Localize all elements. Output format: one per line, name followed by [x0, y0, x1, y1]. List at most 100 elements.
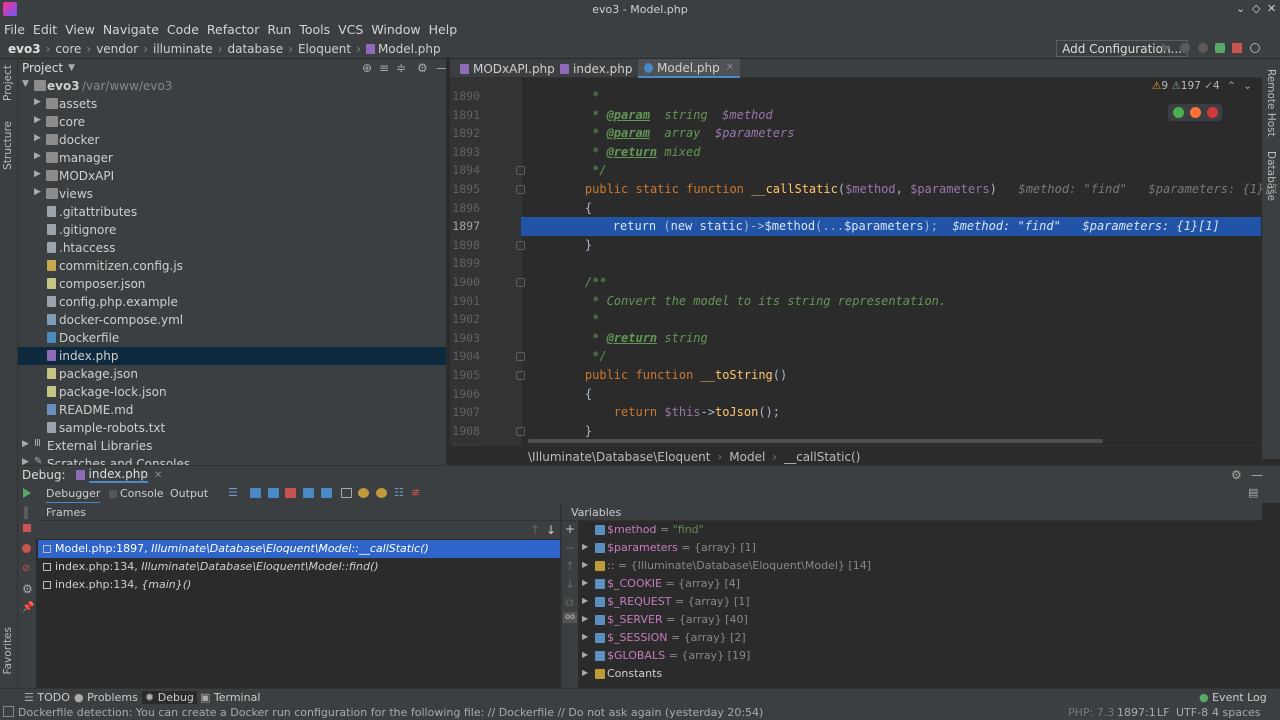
code-line[interactable]: * @param string $method — [522, 106, 1262, 125]
opera-icon[interactable] — [1207, 107, 1218, 118]
arrow-up-icon[interactable]: ↑ — [530, 523, 540, 537]
show-watches-icon[interactable]: oo — [563, 612, 577, 623]
tree-folder[interactable]: ▶ core — [18, 113, 446, 131]
view-breakpoints-icon[interactable] — [22, 544, 31, 553]
crumb-namespace[interactable]: \Illuminate\Database\Eloquent — [528, 450, 710, 464]
copy-icon[interactable]: ⧉ — [565, 595, 574, 610]
menu-run[interactable]: Run — [267, 22, 291, 37]
expand-all-icon[interactable]: ≡ — [379, 61, 389, 75]
close-tab-icon[interactable]: ✕ — [726, 62, 734, 73]
horizontal-scrollbar[interactable] — [528, 439, 1103, 443]
code-line[interactable]: public static function __callStatic($met… — [522, 180, 1280, 199]
tree-file[interactable]: Dockerfile — [18, 329, 446, 347]
menu-code[interactable]: Code — [167, 22, 199, 37]
variable-row[interactable]: ▶ $GLOBALS = {array} [19] — [578, 647, 1262, 665]
run-to-cursor-icon[interactable] — [321, 488, 332, 498]
project-view-title[interactable]: Project — [22, 61, 63, 75]
problems-tab[interactable]: ● Problems — [74, 691, 138, 704]
code-line[interactable]: * @return string — [522, 329, 1262, 348]
code-line[interactable]: } — [522, 236, 1262, 255]
tree-folder[interactable]: ▶ MODxAPI — [18, 167, 446, 185]
chevron-right-icon[interactable]: ▶ — [34, 169, 41, 179]
crumb-class[interactable]: Model — [729, 450, 765, 464]
caret-position[interactable]: 1897:1 — [1117, 706, 1156, 719]
remove-watch-icon[interactable]: − — [565, 541, 575, 555]
tab-debugger[interactable]: Debugger — [46, 487, 101, 504]
todo-tab[interactable]: ☰ TODO — [24, 691, 70, 704]
chevron-right-icon[interactable]: ▶ — [582, 578, 588, 587]
status-toggle-icon[interactable] — [3, 706, 14, 717]
code-line[interactable]: { — [522, 385, 1262, 404]
minimize-icon[interactable]: ⌄ — [1236, 2, 1245, 15]
tab-output[interactable]: Output — [170, 487, 208, 500]
menu-navigate[interactable]: Navigate — [103, 22, 159, 37]
tree-file[interactable]: index.php — [18, 347, 446, 365]
crumb-method[interactable]: __callStatic() — [784, 450, 860, 464]
close-icon[interactable]: ✕ — [1267, 2, 1276, 15]
tree-file[interactable]: README.md — [18, 401, 446, 419]
chevron-right-icon[interactable]: ▶ — [34, 133, 41, 143]
variable-row[interactable]: ▶ $_SERVER = {array} [40] — [578, 611, 1262, 629]
tab-console[interactable]: Console — [120, 487, 164, 500]
coverage-icon[interactable] — [1198, 43, 1208, 53]
settings-list-icon[interactable]: ☷ — [394, 486, 405, 499]
tree-folder[interactable]: ▶ views — [18, 185, 446, 203]
add-watch-icon[interactable]: + — [565, 522, 575, 536]
listen-debug-icon[interactable] — [1215, 43, 1225, 53]
breadcrumb-item[interactable]: evo3 — [8, 42, 41, 56]
step-over-icon[interactable] — [250, 488, 261, 498]
variable-row[interactable]: ▶ Constants — [578, 665, 1262, 683]
code-line[interactable]: * — [522, 310, 1262, 329]
step-into-icon[interactable] — [268, 488, 279, 498]
chevron-right-icon[interactable]: ▶ — [582, 542, 588, 551]
indent-setting[interactable]: 4 spaces — [1212, 706, 1261, 719]
code-line[interactable]: */ — [522, 347, 1262, 366]
firefox-icon[interactable] — [1190, 107, 1201, 118]
variable-row[interactable]: $method = "find" — [578, 521, 1262, 539]
variable-row[interactable]: ▶ $parameters = {array} [1] — [578, 539, 1262, 557]
breadcrumb-item[interactable]: Model.php — [378, 42, 441, 56]
variable-row[interactable]: ▶ $_SESSION = {array} [2] — [578, 629, 1262, 647]
project-root[interactable]: ▼ evo3/var/www/evo3 — [18, 77, 446, 95]
code-line[interactable]: * @param array $parameters — [522, 124, 1262, 143]
restore-layout-icon[interactable]: ▤ — [1248, 486, 1259, 499]
breadcrumb-item[interactable]: database — [227, 42, 283, 56]
pin-icon[interactable]: 📌 — [22, 602, 34, 613]
tree-file[interactable]: .gitignore — [18, 221, 446, 239]
collapse-all-icon[interactable]: ≑ — [396, 61, 406, 75]
tree-file[interactable]: .htaccess — [18, 239, 446, 257]
code-line[interactable] — [522, 254, 1262, 273]
menu-help[interactable]: Help — [429, 22, 458, 37]
menu-window[interactable]: Window — [371, 22, 420, 37]
tree-folder[interactable]: ▶ manager — [18, 149, 446, 167]
code-line[interactable]: * @return mixed — [522, 143, 1262, 162]
chevron-right-icon[interactable]: ▶ — [582, 632, 588, 641]
terminal-tab[interactable]: ▣ Terminal — [200, 691, 260, 704]
event-log-tab[interactable]: ● Event Log — [1199, 691, 1267, 704]
variable-row[interactable]: ▶ $_REQUEST = {array} [1] — [578, 593, 1262, 611]
step-out-icon[interactable] — [303, 488, 314, 498]
inspection-widget[interactable]: ⚠9 ⚠197 ✓4 ⌃ ⌄ — [1152, 80, 1252, 92]
code-line[interactable]: public function __toString() — [522, 366, 1262, 385]
frame-item[interactable]: index.php:134, {main}() — [38, 576, 560, 594]
maximize-icon[interactable]: ◇ — [1252, 2, 1260, 15]
chevron-right-icon[interactable]: ▶ — [34, 97, 41, 107]
chevron-right-icon[interactable]: ▶ — [582, 668, 588, 677]
search-everywhere-icon[interactable] — [1250, 43, 1260, 53]
php-version[interactable]: PHP: 7.3 — [1068, 706, 1114, 719]
chevron-down-icon[interactable]: ▼ — [22, 79, 29, 89]
stop-icon[interactable] — [23, 524, 31, 532]
chevron-right-icon[interactable]: ▶ — [34, 187, 41, 197]
arrow-down-icon[interactable]: ↓ — [546, 523, 556, 537]
stop-icon[interactable] — [1232, 43, 1242, 53]
project-side-tab[interactable]: Project — [2, 65, 14, 101]
code-line[interactable]: /** — [522, 273, 1262, 292]
code-line[interactable]: return (new static)->$method(...$paramet… — [521, 217, 1261, 236]
menu-tools[interactable]: Tools — [299, 22, 330, 37]
gear-icon[interactable]: ⚙ — [417, 61, 428, 75]
tree-file[interactable]: package-lock.json — [18, 383, 446, 401]
tree-file[interactable]: commitizen.config.js — [18, 257, 446, 275]
chevron-right-icon[interactable]: ▶ — [22, 439, 29, 449]
chevron-right-icon[interactable]: ▶ — [582, 650, 588, 659]
external-libraries[interactable]: ▶ Ⅲ External Libraries — [18, 437, 446, 455]
